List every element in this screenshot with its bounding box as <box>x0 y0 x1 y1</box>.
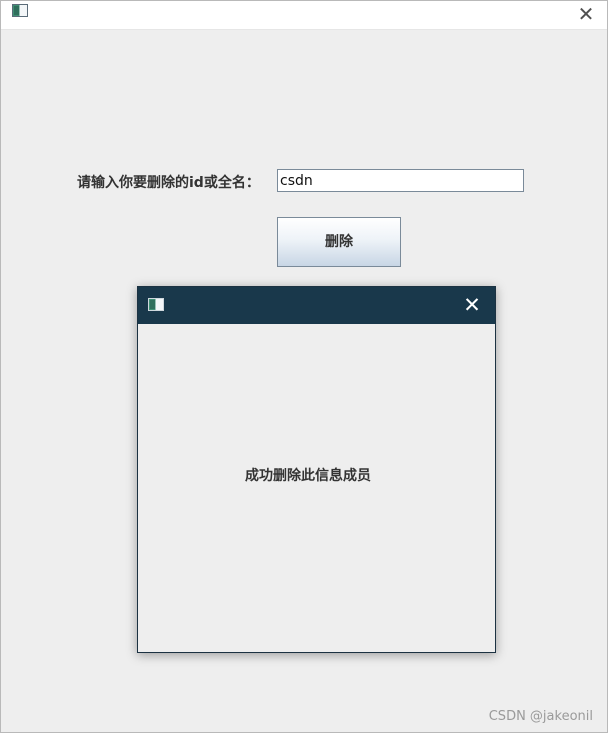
main-close-icon[interactable]: ✕ <box>575 3 597 25</box>
watermark: CSDN @jakeonil <box>488 709 593 724</box>
dialog-titlebar: ✕ <box>138 287 495 324</box>
app-window-icon <box>12 4 28 17</box>
delete-button[interactable]: 删除 <box>277 217 401 267</box>
dialog-window-icon <box>148 298 164 311</box>
prompt-label: 请输入你要删除的id或全名： <box>77 175 260 191</box>
dialog-close-icon[interactable]: ✕ <box>461 294 483 316</box>
main-titlebar: ✕ <box>1 1 607 30</box>
success-dialog: ✕ 成功删除此信息成员 <box>137 286 496 653</box>
main-window: ✕ 请输入你要删除的id或全名： 删除 ✕ 成功删除此信息成员 CSDN @ja… <box>0 0 608 733</box>
id-or-name-input[interactable] <box>277 169 524 192</box>
dialog-message: 成功删除此信息成员 <box>245 468 371 484</box>
